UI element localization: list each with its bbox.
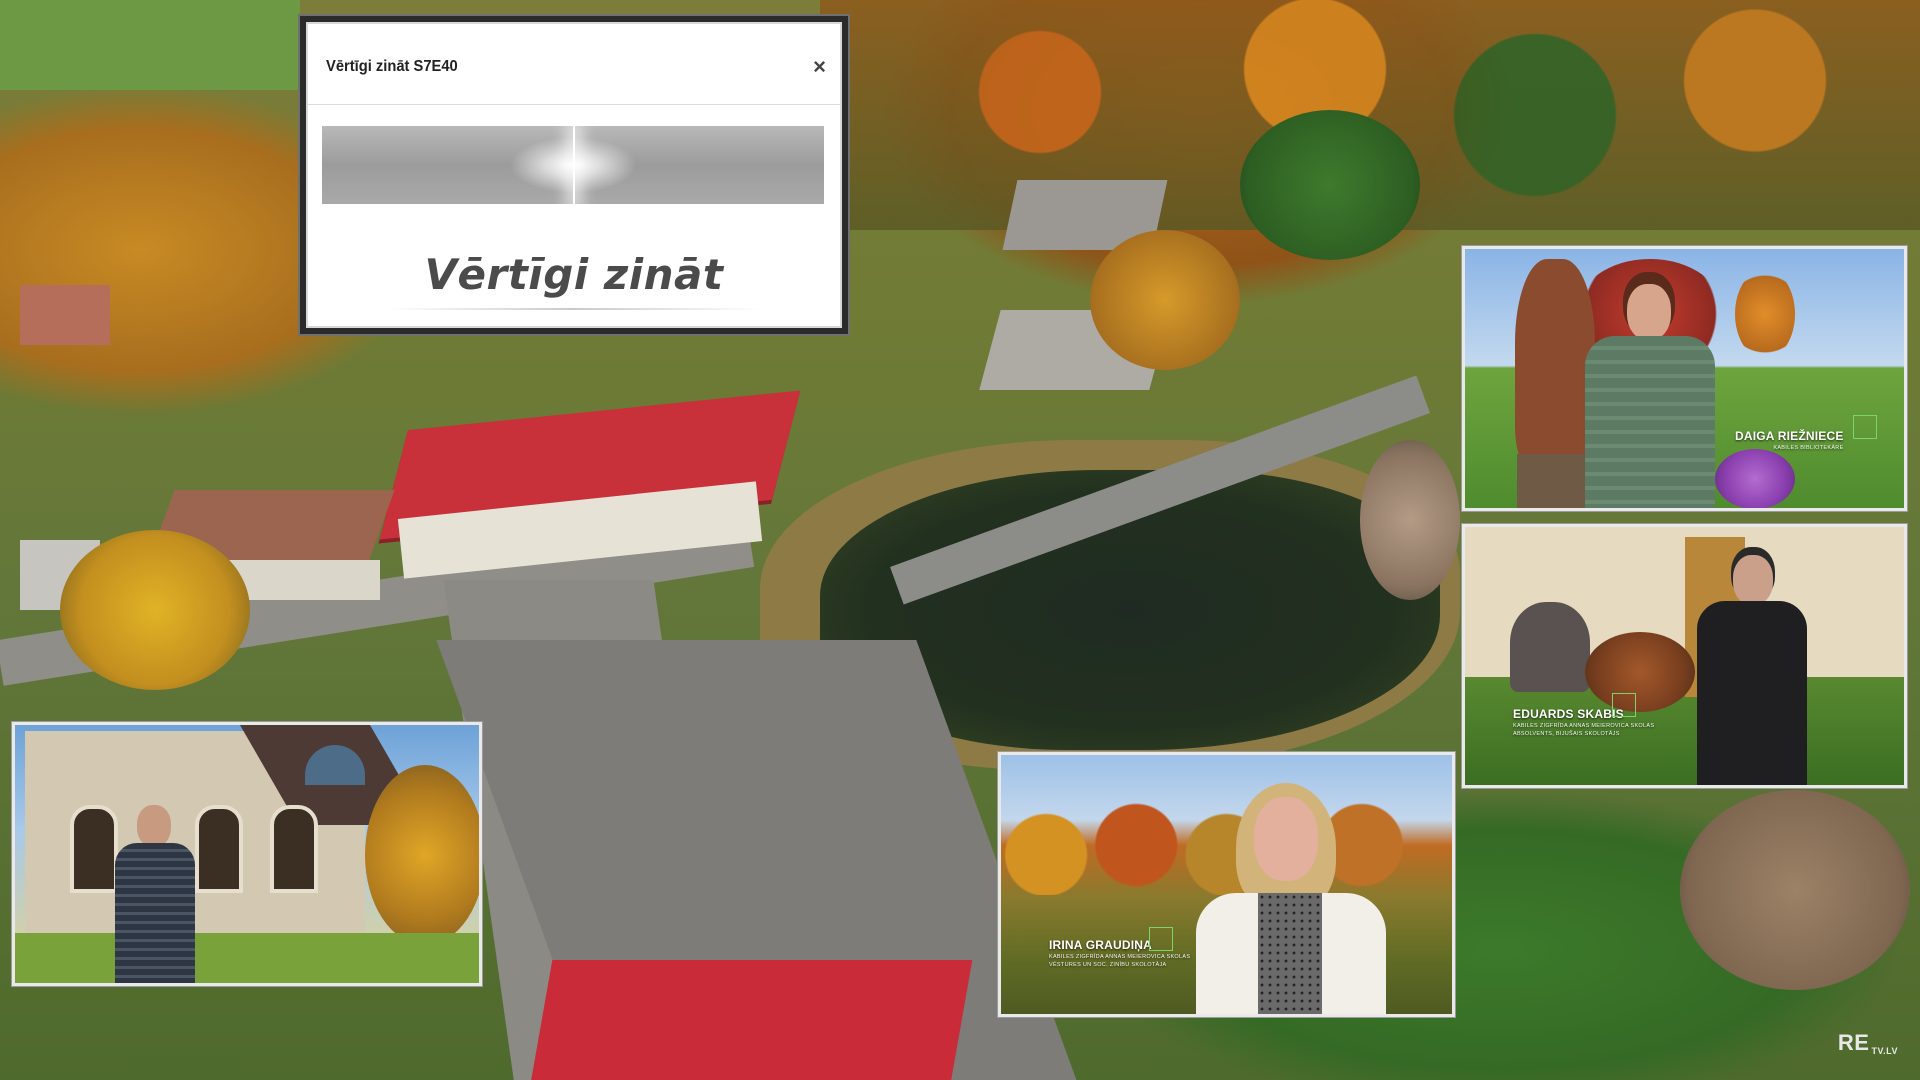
- dry-bush: [1680, 790, 1910, 990]
- red-roof-building-bottom: [527, 960, 973, 1080]
- green-jacket: [1585, 336, 1715, 508]
- person-role: KABILES ZIGFRĪDA ANNAS MEIEROVICA SKOLAS: [1049, 954, 1191, 960]
- memorial-stone: [1510, 602, 1590, 692]
- dotted-top: [1258, 893, 1322, 1014]
- bushes: [1585, 632, 1695, 712]
- purple-flowers: [1715, 449, 1795, 508]
- watermark-suffix: TV.LV: [1871, 1046, 1898, 1056]
- lower-third-accent: [1853, 415, 1877, 439]
- watermark-brand: RE: [1837, 1030, 1870, 1055]
- grass: [15, 933, 479, 983]
- popup-divider: [308, 104, 840, 105]
- lower-third-accent: [1149, 927, 1173, 951]
- light-flare: [573, 126, 575, 204]
- interviewee-irina: [1196, 783, 1386, 1014]
- head: [1733, 555, 1773, 605]
- interviewee-eduards: [1697, 555, 1807, 785]
- field: [0, 0, 300, 90]
- popup-banner: [322, 126, 824, 204]
- yellow-tree: [60, 530, 250, 690]
- striped-sweater: [115, 843, 195, 983]
- clip-daiga: DAIGA RIEŽNIECE KABILES BIBLIOTEKĀRE: [1462, 246, 1907, 511]
- show-logo: Vērtīgi zināt: [424, 250, 724, 299]
- person-role: ABSOLVENTS, BIJUŠAIS SKOLOTĀJS: [1513, 731, 1620, 737]
- episode-popup: Vērtīgi zināt S7E40 × Vērtīgi zināt: [300, 16, 848, 334]
- head: [1254, 797, 1318, 881]
- clip-eduards: EDUARDS SKABIS KABILES ZIGFRĪDA ANNAS ME…: [1462, 524, 1907, 788]
- orange-tree: [1735, 269, 1795, 359]
- small-house: [20, 285, 110, 345]
- person-role: KABILES BIBLIOTEKĀRE: [1773, 445, 1844, 451]
- interviewee-daiga: [1585, 284, 1715, 508]
- interviewee-man: [115, 805, 195, 983]
- tree-stump: [1517, 454, 1587, 508]
- green-tree: [1240, 110, 1420, 260]
- popup-body: Vērtīgi zināt S7E40 × Vērtīgi zināt: [306, 22, 842, 328]
- clip-irina: IRINA GRAUDIŅA KABILES ZIGFRĪDA ANNAS ME…: [998, 752, 1455, 1017]
- church-window: [195, 805, 243, 893]
- person-name: DAIGA RIEŽNIECE: [1735, 429, 1844, 443]
- lower-third-accent: [1612, 693, 1636, 717]
- black-jacket: [1697, 601, 1807, 785]
- church-window: [70, 805, 118, 893]
- head: [137, 805, 171, 847]
- church-window: [270, 805, 318, 893]
- popup-title: Vērtīgi zināt S7E40: [326, 58, 458, 75]
- orange-tree: [1090, 230, 1240, 370]
- bare-tree: [1360, 440, 1460, 600]
- person-role: KABILES ZIGFRĪDA ANNAS MEIEROVICA SKOLAS: [1513, 723, 1655, 729]
- autumn-tree: [365, 765, 479, 945]
- close-icon[interactable]: ×: [813, 56, 826, 78]
- channel-watermark: RE TV.LV: [1838, 1030, 1898, 1056]
- wooden-squirrel-statue: [1515, 259, 1595, 469]
- lower-third-daiga: DAIGA RIEŽNIECE KABILES BIBLIOTEKĀRE: [1735, 429, 1844, 451]
- person-role: VĒSTURES UN SOC. ZINĪBU SKOLOTĀJA: [1049, 962, 1167, 968]
- head: [1627, 284, 1671, 340]
- clip-church: [12, 722, 482, 986]
- logo-underline: [388, 308, 760, 310]
